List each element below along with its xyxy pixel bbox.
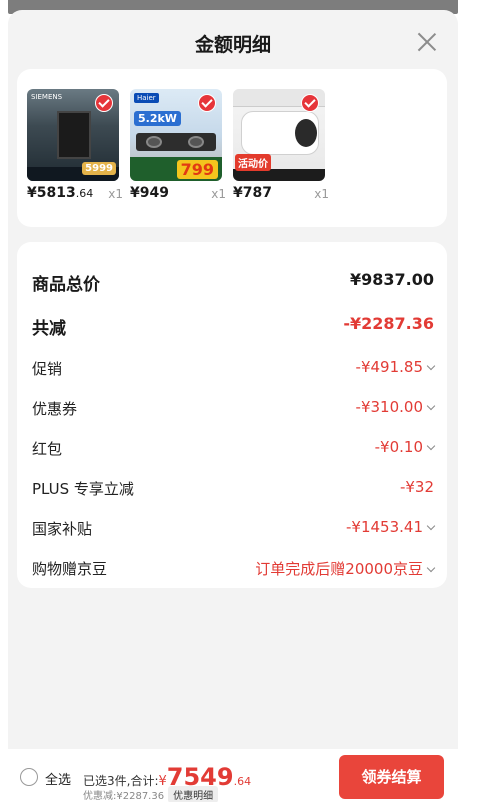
product-price: ¥949 bbox=[130, 185, 169, 201]
total-reduction-value: -¥2287.36 bbox=[343, 314, 434, 333]
close-icon[interactable] bbox=[416, 31, 438, 53]
discount-summary: 优惠减:¥2287.36 优惠明细 bbox=[83, 786, 219, 802]
row-label: 红包 bbox=[32, 440, 63, 458]
product-price: ¥787 bbox=[233, 185, 272, 201]
checkout-bar: 全选 已选3件,合计:¥7549.64 优惠减:¥2287.36 优惠明细 领券结… bbox=[8, 749, 458, 802]
thumb-brand-label: SIEMENS bbox=[31, 93, 63, 101]
products-card: SIEMENS 5999 ¥5813.64 x1 Haier 5.2kW 799 bbox=[17, 69, 447, 227]
sheet-title: 金额明细 bbox=[194, 34, 271, 56]
row-value: 订单完成后赠20000京豆 bbox=[255, 558, 436, 579]
jingdou-gift-row[interactable]: 购物赠京豆 订单完成后赠20000京豆 bbox=[32, 558, 436, 584]
amount-detail-sheet: 金额明细 SIEMENS 5999 ¥5813.64 x1 Haier 5.2k… bbox=[8, 10, 458, 802]
row-value: -¥32 bbox=[399, 478, 434, 496]
checkout-button[interactable]: 领券结算 bbox=[339, 755, 444, 799]
thumb-promo-tag: 活动价 bbox=[235, 154, 271, 171]
total-reduction-label: 共减 bbox=[32, 319, 66, 339]
promotion-row[interactable]: 促销 -¥491.85 bbox=[32, 358, 436, 384]
total-price-row: 商品总价 ¥9837.00 bbox=[32, 270, 434, 296]
chevron-down-icon bbox=[426, 441, 436, 451]
thumb-price-tag: 5999 bbox=[82, 162, 116, 175]
row-label: 优惠券 bbox=[32, 400, 78, 418]
product-thumbnail: Haier 5.2kW 799 bbox=[130, 89, 222, 181]
chevron-down-icon bbox=[426, 521, 436, 531]
product-item[interactable]: 活动价 ¥787 x1 bbox=[233, 89, 329, 205]
check-icon bbox=[198, 94, 216, 112]
product-qty: x1 bbox=[108, 187, 123, 201]
product-price: ¥5813.64 bbox=[27, 185, 94, 201]
select-all-radio[interactable] bbox=[20, 768, 38, 786]
select-all-label[interactable]: 全选 bbox=[45, 769, 71, 788]
discount-detail-button[interactable]: 优惠明细 bbox=[168, 786, 219, 802]
row-value: -¥0.10 bbox=[375, 438, 436, 456]
product-item[interactable]: SIEMENS 5999 ¥5813.64 x1 bbox=[27, 89, 123, 205]
national-subsidy-row[interactable]: 国家补贴 -¥1453.41 bbox=[32, 518, 436, 544]
discount-text: 优惠减:¥2287.36 bbox=[83, 791, 165, 802]
check-icon bbox=[301, 94, 319, 112]
thumb-power-label: 5.2kW bbox=[134, 111, 181, 126]
row-value: -¥491.85 bbox=[356, 358, 436, 376]
thumb-brand-label: Haier bbox=[134, 93, 159, 103]
row-label: 促销 bbox=[32, 360, 63, 378]
check-icon bbox=[95, 94, 113, 112]
product-qty: x1 bbox=[314, 187, 329, 201]
price-details-card: 商品总价 ¥9837.00 共减 -¥2287.36 促销 -¥491.85 优… bbox=[17, 242, 447, 588]
total-price-label: 商品总价 bbox=[32, 275, 100, 295]
total-price-value: ¥9837.00 bbox=[349, 270, 434, 289]
row-label: 购物赠京豆 bbox=[32, 560, 108, 578]
product-qty: x1 bbox=[211, 187, 226, 201]
red-packet-row[interactable]: 红包 -¥0.10 bbox=[32, 438, 436, 464]
row-label: 国家补贴 bbox=[32, 520, 93, 538]
chevron-down-icon bbox=[426, 563, 436, 573]
row-label: PLUS 专享立减 bbox=[32, 480, 134, 498]
thumb-price-tag: 799 bbox=[176, 160, 218, 179]
row-value: -¥1453.41 bbox=[346, 518, 436, 536]
coupon-row[interactable]: 优惠券 -¥310.00 bbox=[32, 398, 436, 424]
row-value: -¥310.00 bbox=[356, 398, 436, 416]
chevron-down-icon bbox=[426, 361, 436, 371]
chevron-down-icon bbox=[426, 401, 436, 411]
product-thumbnail: SIEMENS 5999 bbox=[27, 89, 119, 181]
product-thumbnail: 活动价 bbox=[233, 89, 325, 181]
plus-discount-row: PLUS 专享立减 -¥32 bbox=[32, 478, 434, 504]
product-item[interactable]: Haier 5.2kW 799 ¥949 x1 bbox=[130, 89, 226, 205]
total-reduction-row: 共减 -¥2287.36 bbox=[32, 314, 434, 340]
